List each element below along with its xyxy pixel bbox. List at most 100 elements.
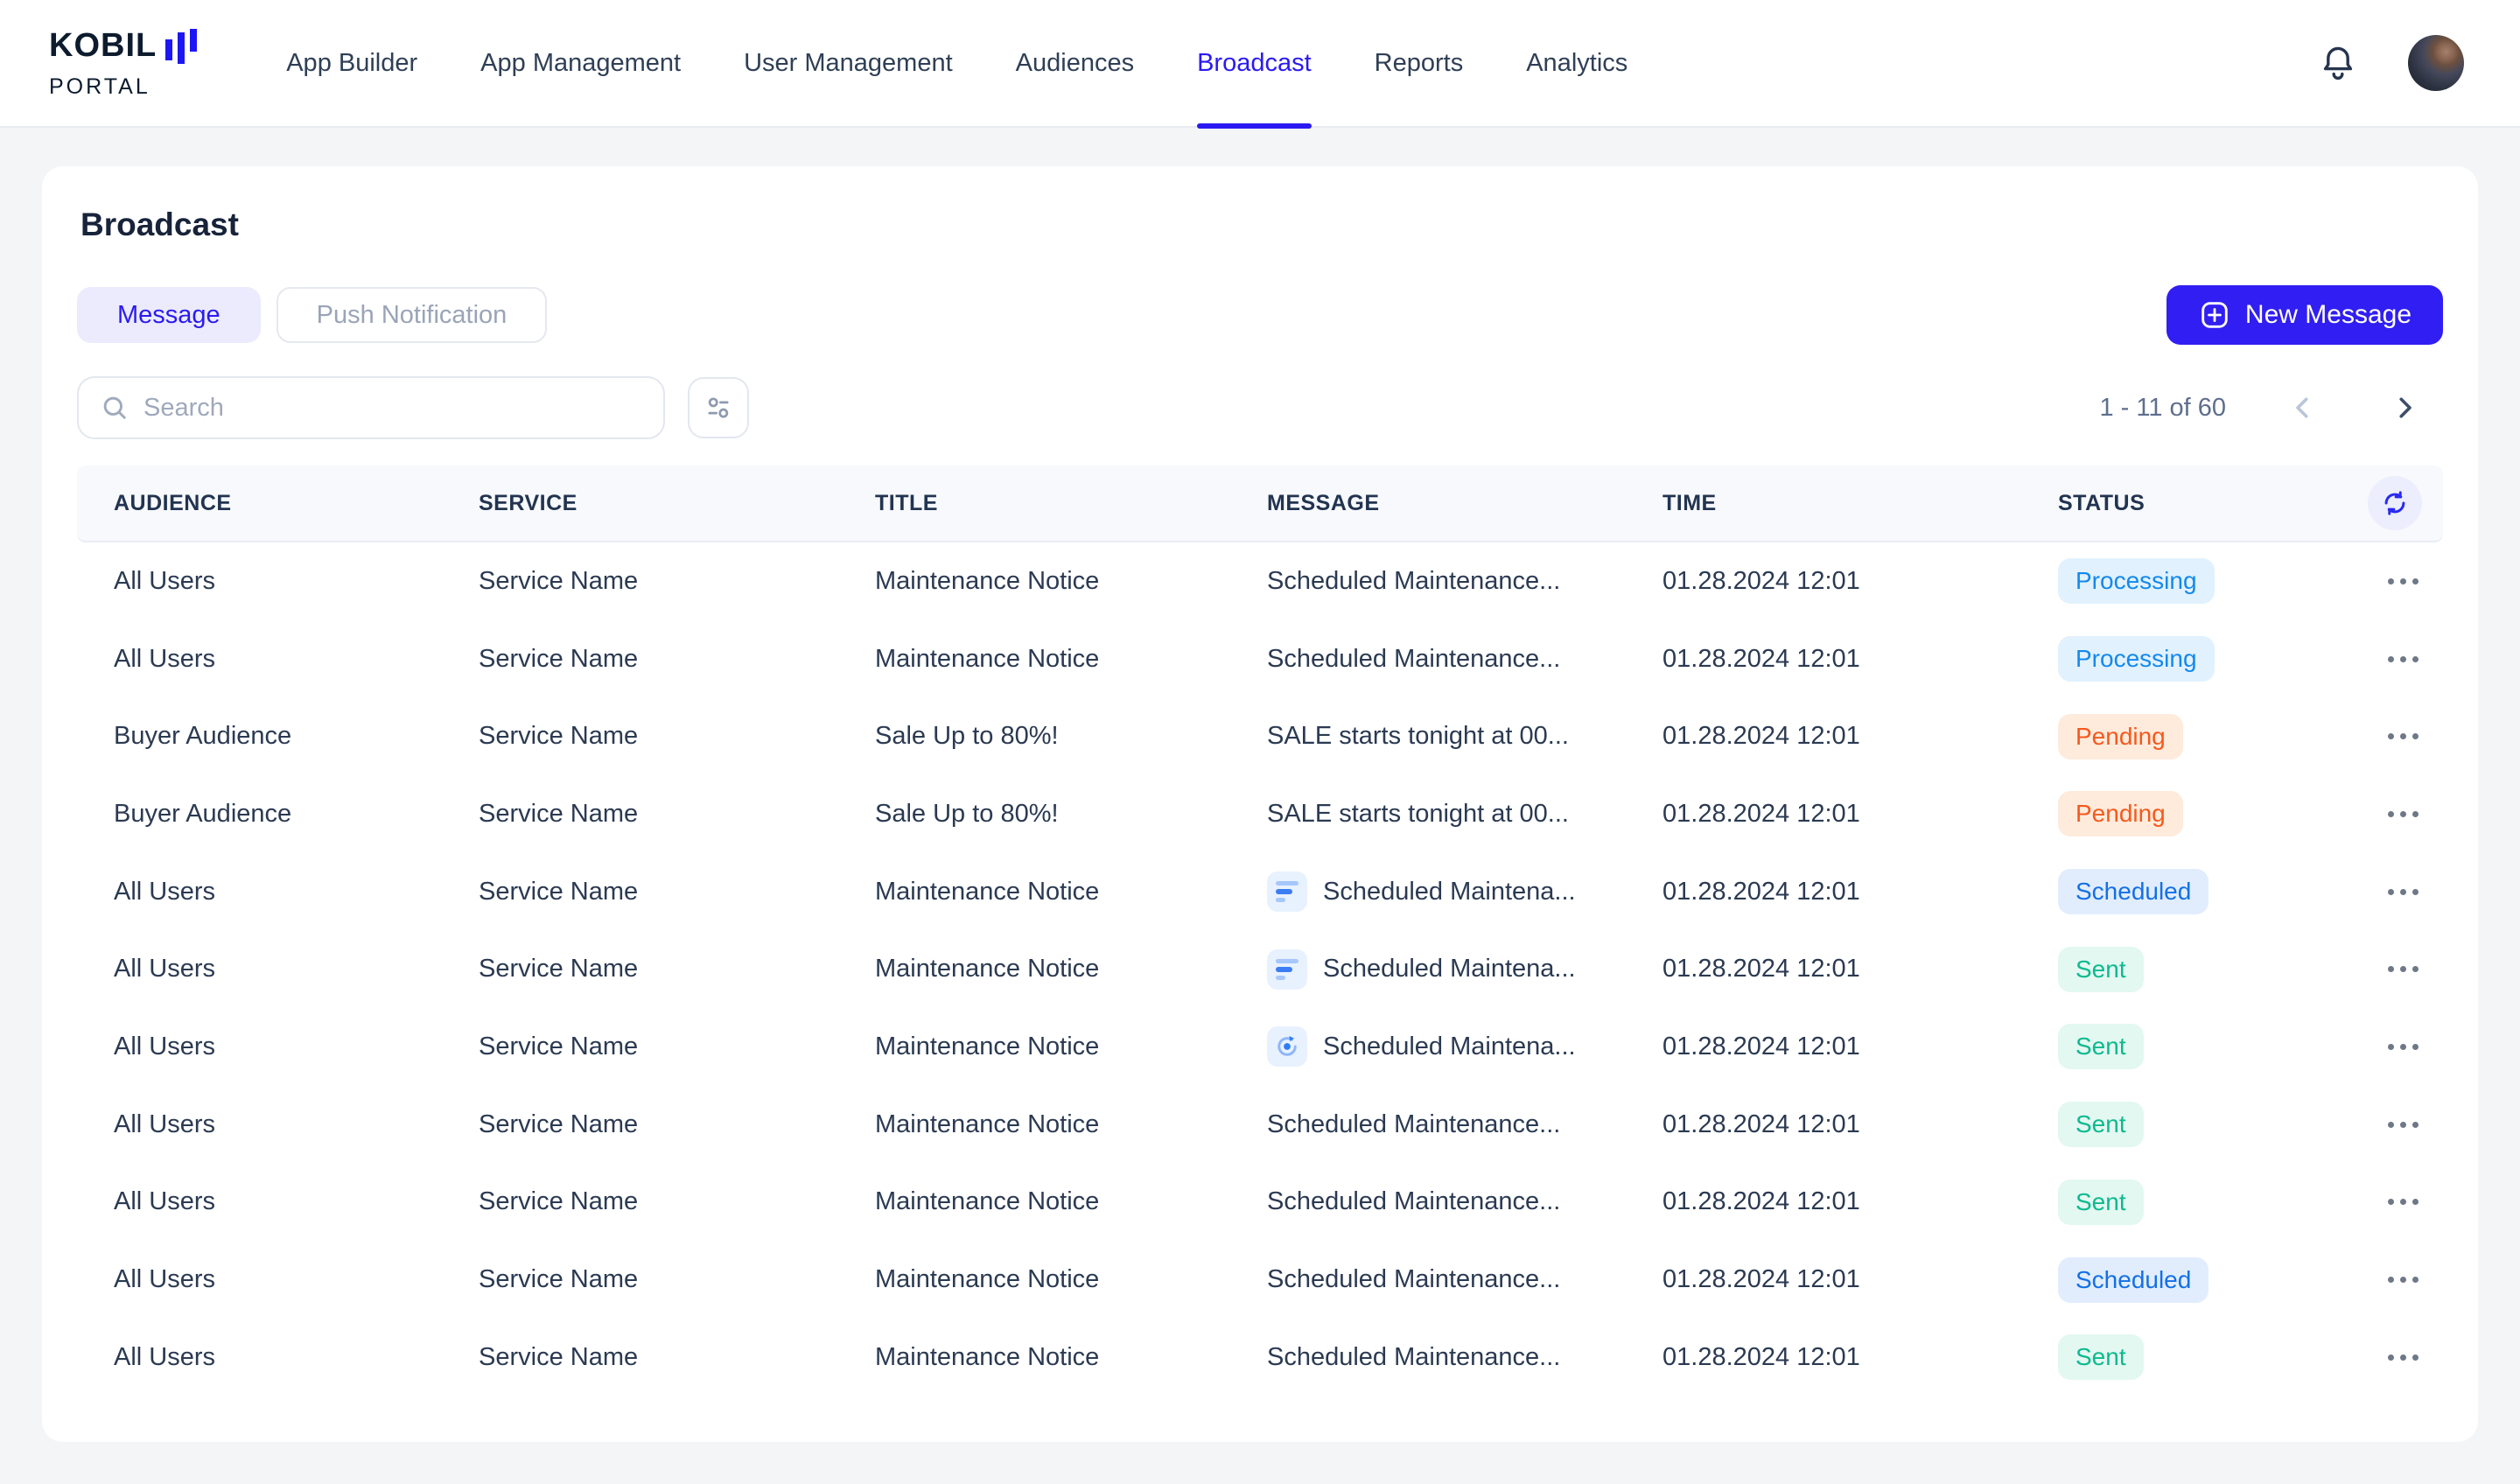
status-badge: Sent xyxy=(2058,1334,2144,1380)
bell-icon xyxy=(2317,41,2359,86)
cell-status: Sent xyxy=(2058,1334,2329,1380)
search-icon xyxy=(100,393,130,423)
tab-message[interactable]: Message xyxy=(77,287,261,343)
message-text: SALE starts tonight at 00... xyxy=(1267,800,1569,829)
cell-time: 01.28.2024 12:01 xyxy=(1662,1265,2058,1294)
cell-audience: All Users xyxy=(77,1265,479,1294)
draft-message-icon xyxy=(1267,949,1307,990)
cell-message: Scheduled Maintena... xyxy=(1267,949,1662,990)
row-actions-button[interactable] xyxy=(2384,724,2422,748)
ellipsis-icon xyxy=(2388,1354,2418,1361)
cell-message: Scheduled Maintenance... xyxy=(1267,1265,1662,1294)
row-actions-button[interactable] xyxy=(2384,1346,2422,1369)
tab-push-notification[interactable]: Push Notification xyxy=(276,287,548,343)
next-page-button[interactable] xyxy=(2389,392,2420,424)
table-row: All Users Service Name Maintenance Notic… xyxy=(77,1164,2443,1242)
cell-message: Scheduled Maintenance... xyxy=(1267,1187,1662,1216)
message-text: Scheduled Maintenance... xyxy=(1267,645,1560,674)
sync-schedule-icon xyxy=(1267,1026,1307,1067)
row-actions-button[interactable] xyxy=(2384,648,2422,671)
status-badge: Scheduled xyxy=(2058,1257,2208,1303)
filter-sliders-icon xyxy=(704,393,733,423)
ellipsis-icon xyxy=(2388,811,2418,817)
status-badge: Sent xyxy=(2058,1024,2144,1069)
nav-item-app-management[interactable]: App Management xyxy=(480,0,681,127)
toolbar-row: 1 - 11 of 60 xyxy=(77,376,2443,439)
cell-time: 01.28.2024 12:01 xyxy=(1662,878,2058,906)
brand-logo: KOBIL PORTAL xyxy=(49,29,202,98)
status-badge: Sent xyxy=(2058,1102,2144,1147)
notifications-button[interactable] xyxy=(2317,41,2359,86)
row-actions-button[interactable] xyxy=(2384,802,2422,826)
table-row: All Users Service Name Maintenance Notic… xyxy=(77,1319,2443,1396)
cell-title: Maintenance Notice xyxy=(875,1187,1267,1216)
cell-audience: All Users xyxy=(77,1032,479,1061)
cell-audience: All Users xyxy=(77,567,479,596)
ellipsis-icon xyxy=(2388,578,2418,584)
message-text: SALE starts tonight at 00... xyxy=(1267,722,1569,751)
table-row: Buyer Audience Service Name Sale Up to 8… xyxy=(77,775,2443,853)
main-nav: App Builder App Management User Manageme… xyxy=(286,0,1628,127)
cell-status: Sent xyxy=(2058,1024,2329,1069)
status-badge: Sent xyxy=(2058,947,2144,992)
cell-audience: All Users xyxy=(77,878,479,906)
tabs-row: Message Push Notification New Message xyxy=(77,285,2443,345)
messages-table: AUDIENCE SERVICE TITLE MESSAGE TIME STAT… xyxy=(77,466,2443,1396)
message-text: Scheduled Maintena... xyxy=(1323,1032,1576,1061)
message-text: Scheduled Maintenance... xyxy=(1267,567,1560,596)
user-avatar[interactable] xyxy=(2408,35,2464,91)
row-actions-button[interactable] xyxy=(2384,1113,2422,1137)
nav-item-app-builder[interactable]: App Builder xyxy=(286,0,417,127)
search-input[interactable] xyxy=(144,394,642,423)
cell-service: Service Name xyxy=(479,955,875,984)
cell-service: Service Name xyxy=(479,645,875,674)
cell-status: Sent xyxy=(2058,1102,2329,1147)
nav-item-reports[interactable]: Reports xyxy=(1375,0,1464,127)
cell-time: 01.28.2024 12:01 xyxy=(1662,722,2058,751)
table-row: All Users Service Name Maintenance Notic… xyxy=(77,1086,2443,1164)
status-badge: Processing xyxy=(2058,636,2215,682)
nav-item-user-management[interactable]: User Management xyxy=(744,0,953,127)
row-actions-button[interactable] xyxy=(2384,570,2422,593)
ellipsis-icon xyxy=(2388,1199,2418,1205)
message-text: Scheduled Maintena... xyxy=(1323,955,1576,984)
cell-title: Maintenance Notice xyxy=(875,878,1267,906)
cell-time: 01.28.2024 12:01 xyxy=(1662,567,2058,596)
cell-audience: Buyer Audience xyxy=(77,722,479,751)
row-actions-button[interactable] xyxy=(2384,1035,2422,1059)
filter-button[interactable] xyxy=(688,377,749,438)
nav-item-analytics[interactable]: Analytics xyxy=(1526,0,1628,127)
cell-title: Maintenance Notice xyxy=(875,1032,1267,1061)
cell-status: Processing xyxy=(2058,558,2329,604)
nav-item-audiences[interactable]: Audiences xyxy=(1016,0,1134,127)
search-box xyxy=(77,376,665,439)
table-row: All Users Service Name Maintenance Notic… xyxy=(77,1241,2443,1319)
cell-message: Scheduled Maintena... xyxy=(1267,872,1662,912)
new-message-button[interactable]: New Message xyxy=(2166,285,2443,345)
cell-message: Scheduled Maintenance... xyxy=(1267,567,1662,596)
ellipsis-icon xyxy=(2388,1277,2418,1283)
row-actions-button[interactable] xyxy=(2384,1268,2422,1292)
table-row: All Users Service Name Maintenance Notic… xyxy=(77,853,2443,931)
cell-time: 01.28.2024 12:01 xyxy=(1662,955,2058,984)
brand-name: KOBIL xyxy=(49,29,157,62)
table-row: All Users Service Name Maintenance Notic… xyxy=(77,1008,2443,1086)
row-actions-button[interactable] xyxy=(2384,1190,2422,1214)
ellipsis-icon xyxy=(2388,1044,2418,1050)
nav-item-broadcast[interactable]: Broadcast xyxy=(1197,0,1312,127)
cell-service: Service Name xyxy=(479,1032,875,1061)
cell-audience: All Users xyxy=(77,645,479,674)
column-audience: AUDIENCE xyxy=(77,491,479,516)
cell-service: Service Name xyxy=(479,1343,875,1372)
table-row: All Users Service Name Maintenance Notic… xyxy=(77,620,2443,698)
cell-title: Sale Up to 80%! xyxy=(875,722,1267,751)
cell-audience: All Users xyxy=(77,1187,479,1216)
row-actions-button[interactable] xyxy=(2384,957,2422,981)
refresh-button[interactable] xyxy=(2368,476,2422,530)
row-actions-button[interactable] xyxy=(2384,880,2422,904)
cell-time: 01.28.2024 12:01 xyxy=(1662,800,2058,829)
status-badge: Sent xyxy=(2058,1180,2144,1225)
message-text: Scheduled Maintenance... xyxy=(1267,1265,1560,1294)
previous-page-button[interactable] xyxy=(2287,392,2319,424)
cell-service: Service Name xyxy=(479,1187,875,1216)
